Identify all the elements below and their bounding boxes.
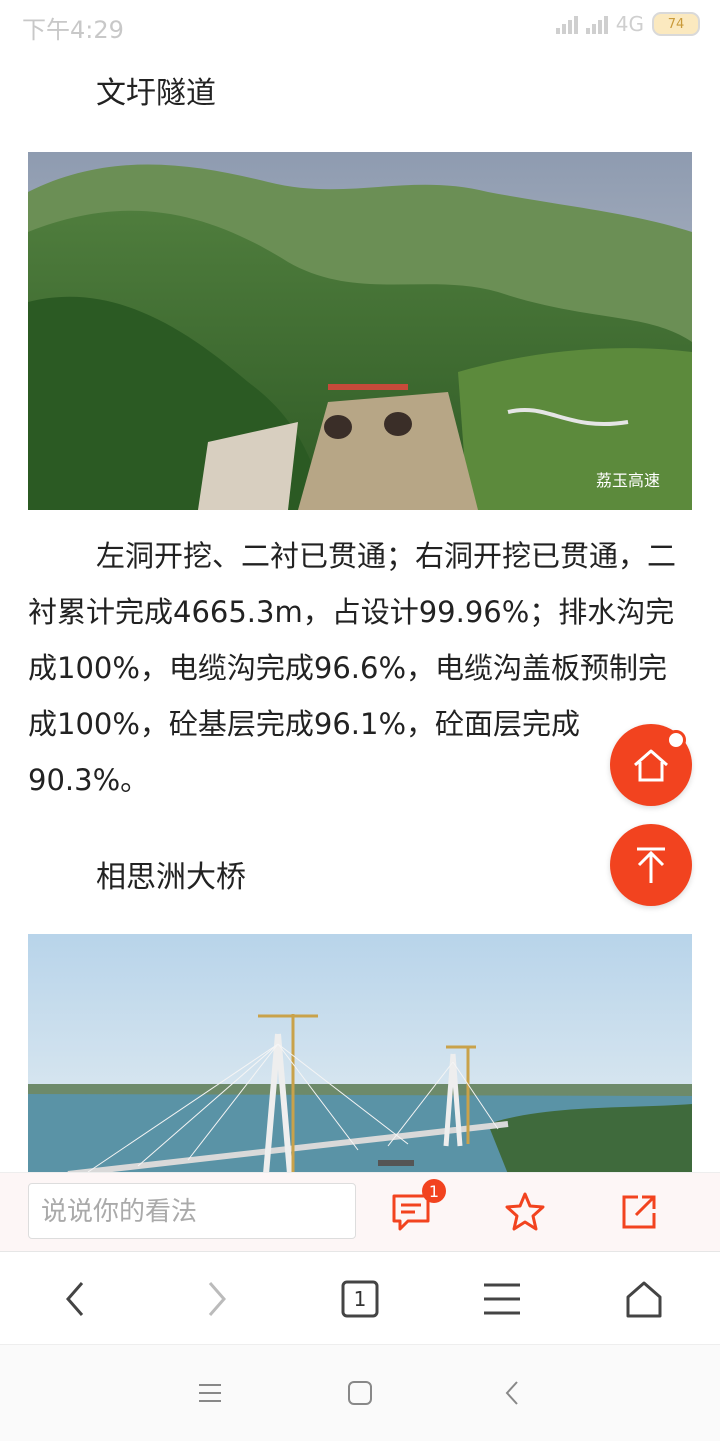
progress-paragraph: 左洞开挖、二衬已贯通；右洞开挖已贯通，二衬累计完成4665.3m，占设计99.9… [28,539,677,797]
forward-button[interactable] [192,1274,242,1324]
battery-level: 74 [667,16,685,32]
comment-count-badge: 1 [422,1179,446,1203]
signal-icon [555,14,578,34]
section-heading-bridge: 相思洲大桥 [96,860,246,895]
menu-icon [484,1283,520,1315]
share-button[interactable] [614,1187,664,1237]
bridge-photo-graphic [28,934,692,1172]
back-to-top-button[interactable] [610,824,692,906]
back-button[interactable] [50,1274,100,1324]
browser-toolbar: 1 [0,1251,720,1344]
system-home-icon [348,1381,372,1405]
favorite-button[interactable] [500,1187,550,1237]
system-home-button[interactable] [342,1375,378,1411]
home-floating-button[interactable] [610,724,692,806]
status-indicators: 4G 74 [555,12,700,36]
status-bar: 下午4:29 4G 74 [0,0,720,52]
menu-button[interactable] [477,1274,527,1324]
section-heading-tunnel: 文圩隧道 [96,76,216,111]
comment-bar: 说说你的看法 1 [0,1172,720,1251]
article-content: 文圩隧道 荔玉高速 左洞开挖、二衬已贯通；右洞开挖已贯通，二衬累计完成4665.… [0,52,720,1172]
status-time: 下午4:29 [22,16,124,44]
battery-icon: 74 [652,12,700,36]
tunnel-photo-graphic: 荔玉高速 [28,152,692,510]
system-menu-icon [199,1384,221,1402]
notification-dot [666,730,686,750]
browser-home-icon [626,1281,662,1318]
tabs-button[interactable]: 1 [335,1274,385,1324]
back-arrow-icon [66,1282,84,1316]
share-icon [622,1195,656,1229]
tab-count: 1 [353,1287,367,1311]
forward-arrow-icon [208,1282,226,1316]
tunnel-photo[interactable]: 荔玉高速 [28,152,692,510]
comment-input[interactable]: 说说你的看法 [28,1183,356,1239]
bridge-photo[interactable] [28,934,692,1172]
network-type: 4G [615,12,644,36]
system-menu-button[interactable] [192,1375,228,1411]
system-back-icon [505,1381,518,1405]
star-icon [505,1192,545,1231]
signal-hd-icon [585,14,608,34]
system-nav-bar [0,1344,720,1441]
system-back-button[interactable] [494,1375,530,1411]
back-to-top-icon [637,847,665,883]
browser-home-button[interactable] [619,1274,669,1324]
home-icon [634,749,668,782]
comment-button[interactable]: 1 [386,1179,446,1237]
image-watermark: 荔玉高速 [596,472,660,490]
